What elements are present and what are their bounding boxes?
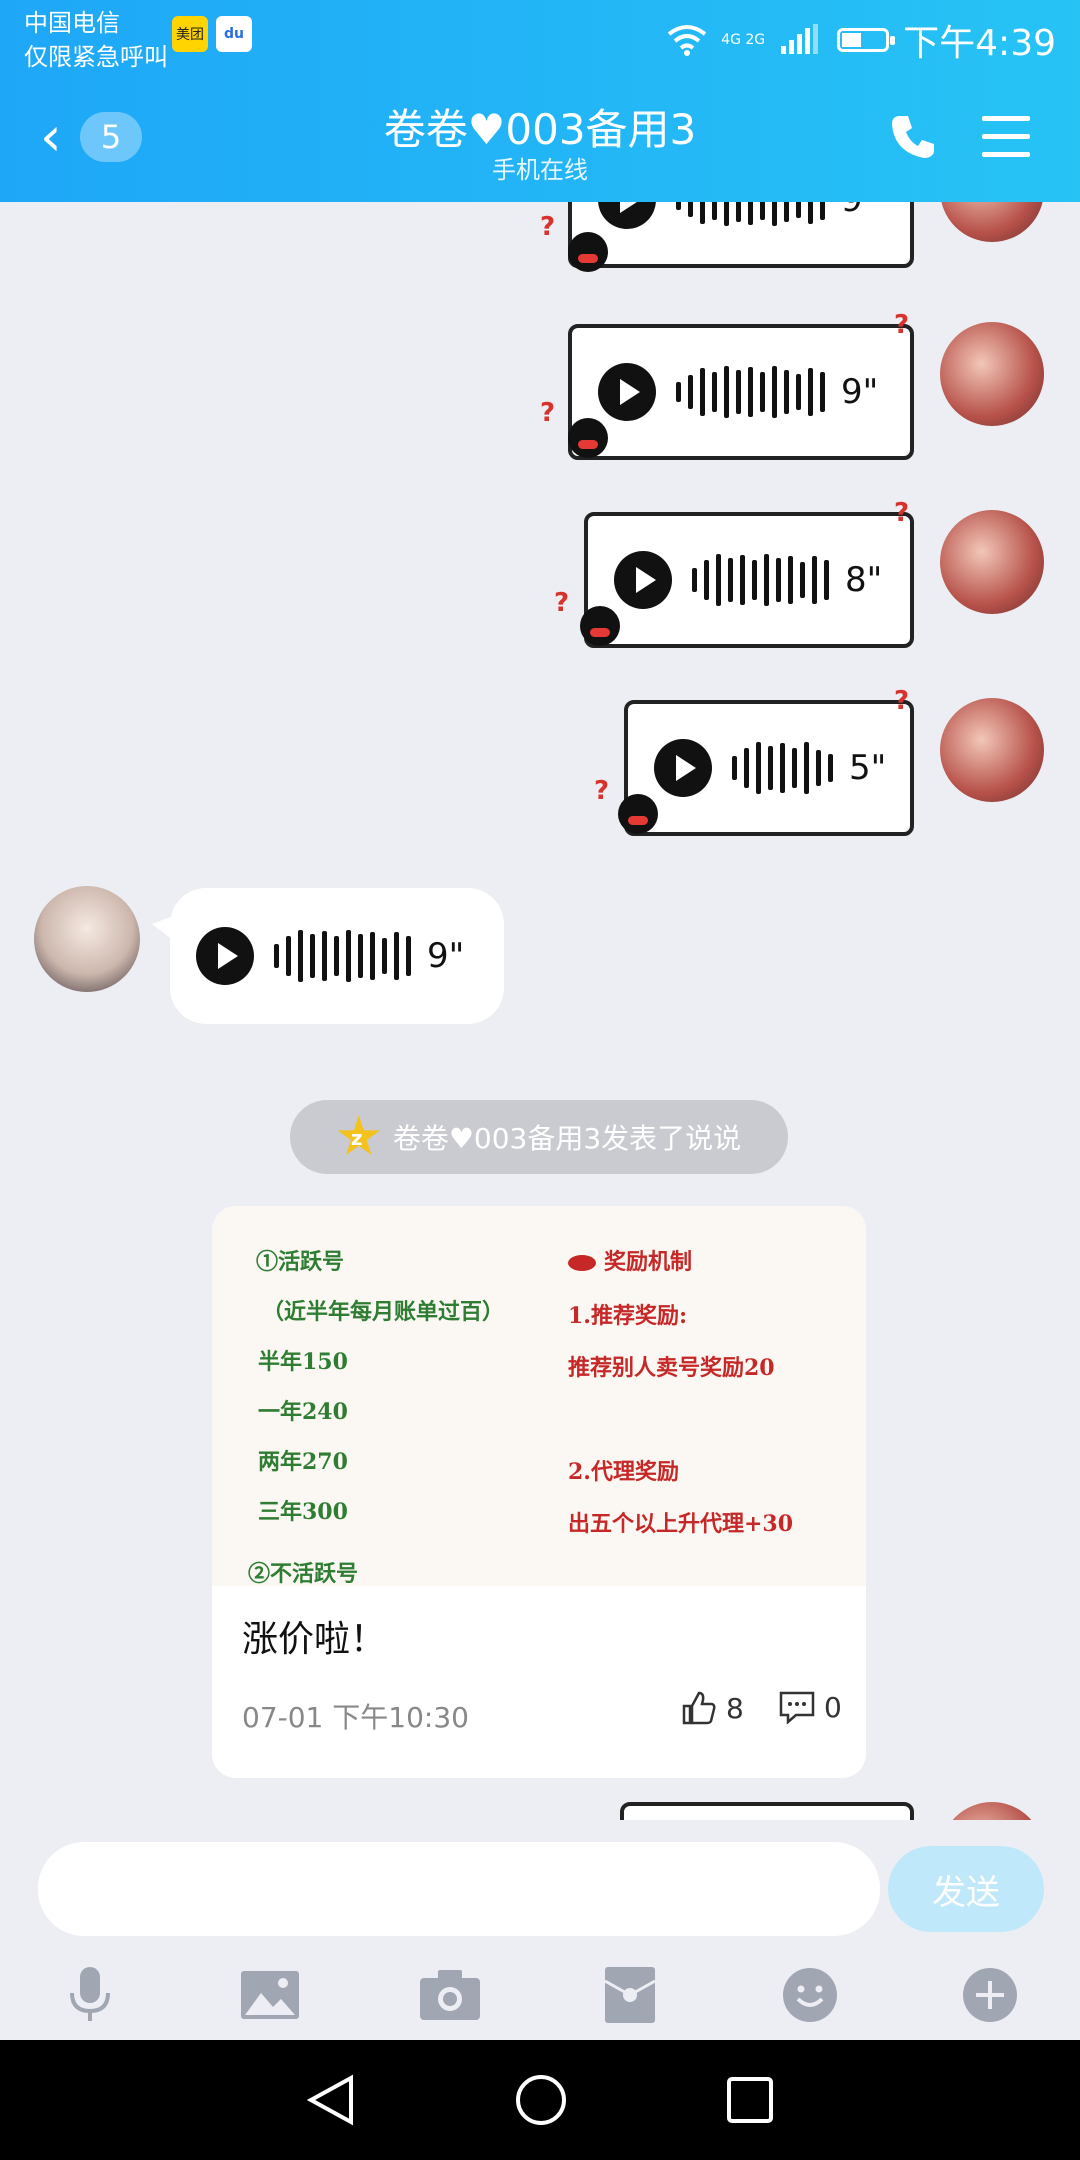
status-carrier: 中国电信 仅限紧急呼叫 — [24, 6, 168, 74]
play-icon[interactable] — [654, 739, 712, 797]
post-image-text: 两年270 — [258, 1449, 348, 1475]
comment-count: 0 — [824, 1690, 842, 1724]
voice-message[interactable]: 9" — [152, 888, 504, 1024]
system-notice[interactable]: z 卷卷♥003备用3发表了说说 — [290, 1100, 788, 1174]
voice-message[interactable]: 9" — [568, 324, 914, 460]
baidu-icon: du — [216, 16, 252, 52]
camera-icon[interactable] — [420, 1965, 480, 2025]
sticker-icon — [568, 232, 608, 272]
plus-icon[interactable] — [960, 1965, 1020, 2025]
microphone-icon[interactable] — [60, 1965, 120, 2025]
clock: 下午4:39 — [903, 23, 1056, 64]
waveform — [676, 362, 825, 422]
voice-duration: 9" — [427, 936, 465, 976]
question-mark-icon: ? — [894, 498, 910, 528]
post-image-text: ②不活跃号 — [248, 1561, 359, 1587]
question-mark-icon: ? — [594, 776, 610, 806]
comment-icon — [779, 1691, 815, 1724]
post-image-text: （近半年每月账单过百） — [262, 1299, 505, 1325]
question-mark-icon: ? — [540, 398, 556, 428]
like-button[interactable]: 8 — [680, 1690, 744, 1726]
nav-back-icon[interactable] — [307, 2074, 355, 2126]
play-icon[interactable] — [614, 551, 672, 609]
waveform — [692, 550, 829, 610]
play-icon[interactable] — [196, 927, 254, 985]
lips-icon — [568, 1255, 596, 1271]
phone-icon[interactable] — [888, 112, 938, 162]
voice-duration: 5" — [849, 748, 887, 788]
emoji-icon[interactable] — [780, 1965, 840, 2025]
post-image-reward: 奖励机制 — [568, 1244, 692, 1276]
qzone-star-icon: z — [337, 1115, 381, 1159]
post-image-text: ①活跃号 — [256, 1249, 345, 1275]
like-count: 8 — [726, 1691, 744, 1725]
question-mark-icon: ? — [894, 310, 910, 340]
question-mark-icon: ? — [540, 212, 556, 242]
message-input[interactable] — [38, 1842, 880, 1936]
system-nav-bar — [0, 2040, 1080, 2160]
play-icon[interactable] — [598, 202, 656, 229]
waveform — [676, 202, 825, 230]
signal-label: 4G 2G — [721, 32, 766, 48]
voice-message[interactable]: 9" — [568, 202, 914, 268]
post-text: 涨价啦！ — [242, 1619, 387, 1660]
input-toolbar — [0, 1960, 1080, 2030]
post-image[interactable]: ①活跃号 （近半年每月账单过百） 半年150 一年240 两年270 三年300… — [212, 1206, 866, 1587]
post-image-text: 出五个以上升代理+30 — [568, 1511, 794, 1537]
post-image-text: 半年150 — [258, 1349, 348, 1375]
thumbs-up-icon — [682, 1691, 716, 1725]
post-image-text: 奖励机制 — [604, 1249, 693, 1275]
voice-message[interactable]: 5" — [624, 700, 914, 836]
voice-duration: 9" — [841, 202, 878, 220]
question-mark-icon: ? — [554, 588, 570, 618]
emergency-label: 仅限紧急呼叫 — [24, 43, 168, 71]
sticker-icon — [618, 794, 658, 834]
battery-icon — [837, 28, 896, 52]
voice-message[interactable] — [620, 1802, 914, 1820]
play-icon[interactable] — [598, 363, 656, 421]
avatar[interactable] — [34, 886, 140, 992]
voice-duration: 9" — [841, 372, 879, 412]
post-image-text: 一年240 — [258, 1399, 348, 1425]
sticker-icon — [568, 418, 608, 458]
chat-list[interactable]: 9" ? 9" ? ? 8" ? ? 5" ? ? 9" z 卷卷♥003备用3… — [0, 202, 1080, 1820]
voice-message[interactable]: 8" — [584, 512, 914, 648]
waveform — [274, 926, 411, 986]
voice-duration: 8" — [845, 560, 883, 600]
system-notice-text: 卷卷♥003备用3发表了说说 — [392, 1122, 742, 1155]
meituan-icon: 美团 — [172, 16, 208, 52]
input-bar: 发送 — [0, 1820, 1080, 2040]
signal-icon — [781, 24, 819, 54]
nav-recent-icon[interactable] — [727, 2077, 773, 2123]
title-bar: 中国电信 仅限紧急呼叫 美团 du 4G 2G 下午4:39 ‹ 5 卷卷♥00… — [0, 0, 1080, 202]
avatar[interactable] — [940, 1802, 1044, 1820]
carrier-label: 中国电信 — [24, 9, 120, 37]
status-app-icons: 美团 du — [172, 16, 252, 52]
post-time: 07-01 下午10:30 — [242, 1701, 469, 1734]
question-mark-icon: ? — [894, 686, 910, 716]
post-image-text: 1.推荐奖励: — [568, 1303, 688, 1329]
avatar[interactable] — [940, 322, 1044, 426]
comment-button[interactable]: 0 — [778, 1690, 842, 1724]
wifi-icon — [667, 25, 707, 56]
post-image-text: 推荐别人卖号奖励20 — [568, 1355, 775, 1381]
send-button[interactable]: 发送 — [888, 1846, 1044, 1932]
avatar[interactable] — [940, 698, 1044, 802]
image-icon[interactable] — [240, 1965, 300, 2025]
shared-post-card[interactable]: ①活跃号 （近半年每月账单过百） 半年150 一年240 两年270 三年300… — [212, 1206, 866, 1778]
sticker-icon — [580, 606, 620, 646]
post-image-text: 2.代理奖励 — [568, 1459, 679, 1485]
menu-icon[interactable] — [982, 116, 1030, 158]
waveform — [732, 738, 833, 798]
post-image-text: 三年300 — [258, 1499, 348, 1525]
avatar[interactable] — [940, 510, 1044, 614]
nav-home-icon[interactable] — [515, 2074, 567, 2126]
avatar[interactable] — [940, 202, 1044, 242]
status-right: 4G 2G 下午4:39 — [667, 14, 1056, 66]
red-packet-icon[interactable] — [600, 1965, 660, 2025]
